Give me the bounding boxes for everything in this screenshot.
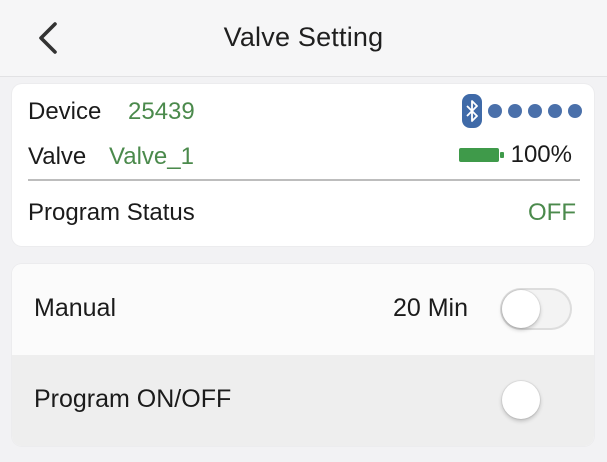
signal-dot: [548, 104, 562, 118]
program-toggle[interactable]: [500, 379, 572, 421]
battery-percentage: 100%: [510, 141, 572, 168]
program-onoff-label: Program ON/OFF: [34, 385, 232, 413]
connection-indicator: [462, 94, 582, 128]
battery-indicator: 100%: [458, 141, 572, 169]
signal-dot: [508, 104, 522, 118]
device-value: 25439: [128, 98, 195, 125]
program-status-label: Program Status: [28, 199, 195, 226]
nav-header: Valve Setting: [0, 0, 607, 77]
toggle-knob: [502, 381, 540, 419]
signal-strength-dots: [488, 104, 582, 118]
manual-duration[interactable]: 20 Min: [393, 294, 468, 323]
manual-row: Manual 20 Min: [12, 264, 594, 355]
signal-dot: [488, 104, 502, 118]
device-info-card: Device 25439 Valve Valve_1 100% Program …: [12, 84, 594, 246]
signal-dot: [568, 104, 582, 118]
manual-toggle[interactable]: [500, 288, 572, 330]
battery-tip: [499, 152, 504, 158]
device-label: Device: [28, 98, 102, 125]
divider: [28, 179, 580, 181]
toggle-knob: [502, 290, 540, 328]
signal-dot: [528, 104, 542, 118]
valve-label: Valve: [28, 143, 87, 170]
program-status-value: OFF: [528, 199, 576, 226]
program-row: Program ON/OFF: [12, 355, 594, 446]
battery-icon: [458, 148, 504, 162]
controls-card: Manual 20 Min Program ON/OFF: [12, 264, 594, 446]
manual-label: Manual: [34, 294, 116, 322]
valve-setting-screen: Valve Setting Device 25439 Valve Valve_1…: [0, 0, 607, 462]
battery-fill: [458, 148, 499, 162]
valve-value: Valve_1: [109, 143, 194, 170]
bluetooth-icon: [462, 94, 482, 128]
page-title: Valve Setting: [223, 22, 384, 52]
